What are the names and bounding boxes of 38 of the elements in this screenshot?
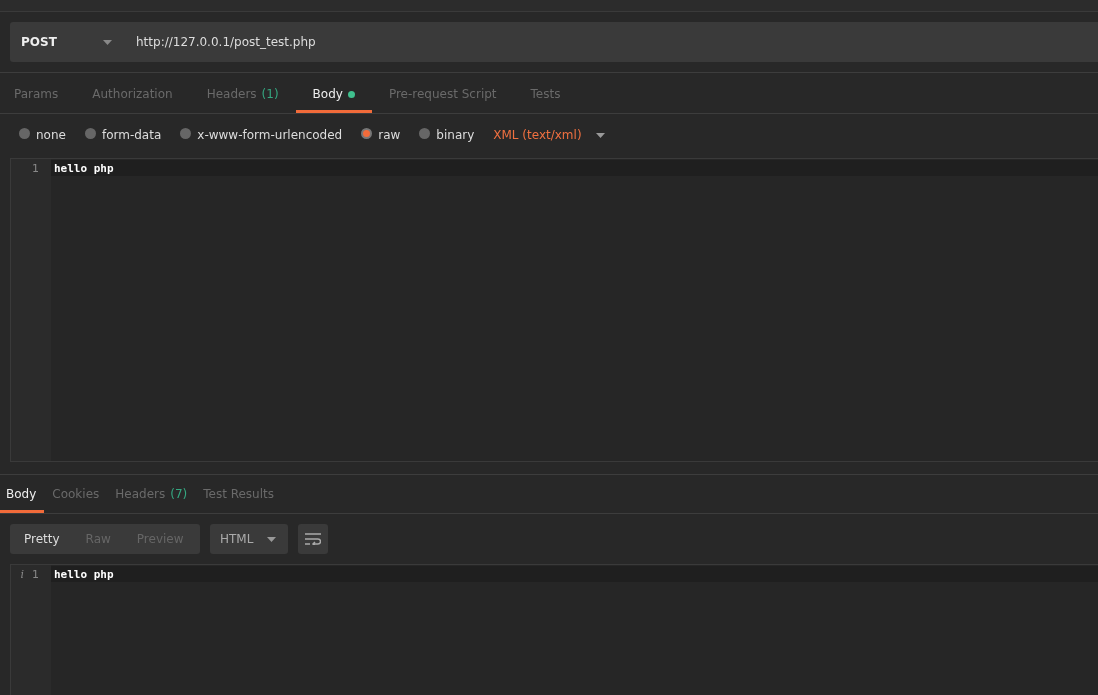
tab[interactable]: Params [2,75,76,113]
tab[interactable]: Cookies [44,475,108,513]
tab[interactable]: Authorization [75,75,190,113]
radio-option[interactable]: form-data [84,128,162,142]
radio-option[interactable]: raw [361,128,401,142]
tab[interactable]: Headers (7) [107,475,196,513]
tab[interactable]: Test Results [195,475,282,513]
count-label: (1) [261,87,279,101]
radio-button[interactable] [180,127,192,139]
content-type-dropdown[interactable]: XML (text/xml) [493,128,605,142]
tab[interactable]: Body [0,475,45,513]
code-line: hello php [54,567,114,581]
code-editor[interactable]: 1 hello php [10,158,1098,462]
wrap-lines-icon [305,533,322,545]
view-mode-button[interactable]: Pretty [10,524,73,554]
caret-icon [103,39,112,45]
radio-option[interactable]: binary [419,128,475,142]
radio-button[interactable] [19,127,30,139]
radio-option[interactable]: x-www-form-urlencoded [180,128,343,142]
caret-icon [267,536,277,542]
code-line: hello php [54,161,114,175]
count-label: (7) [170,487,188,501]
radio-button[interactable] [419,127,431,139]
url-field[interactable]: http://127.0.0.1/post_test.php [112,22,1098,62]
caret-icon [595,132,605,138]
wrap-button[interactable] [298,524,329,554]
radio-option[interactable]: none [19,128,66,142]
line-number: 1 [32,567,39,581]
method-dropdown[interactable]: POST [10,22,112,62]
radio-button[interactable] [84,127,96,139]
info-marker: i [20,567,24,581]
tab[interactable]: Pre-request Script [371,75,514,113]
tab[interactable]: Headers (1) [189,75,296,113]
radio-button[interactable] [361,127,373,139]
tab[interactable]: Body [295,75,372,113]
tab[interactable]: Tests [513,75,578,113]
line-number: 1 [32,161,39,175]
format-dropdown[interactable]: HTML [210,524,289,554]
